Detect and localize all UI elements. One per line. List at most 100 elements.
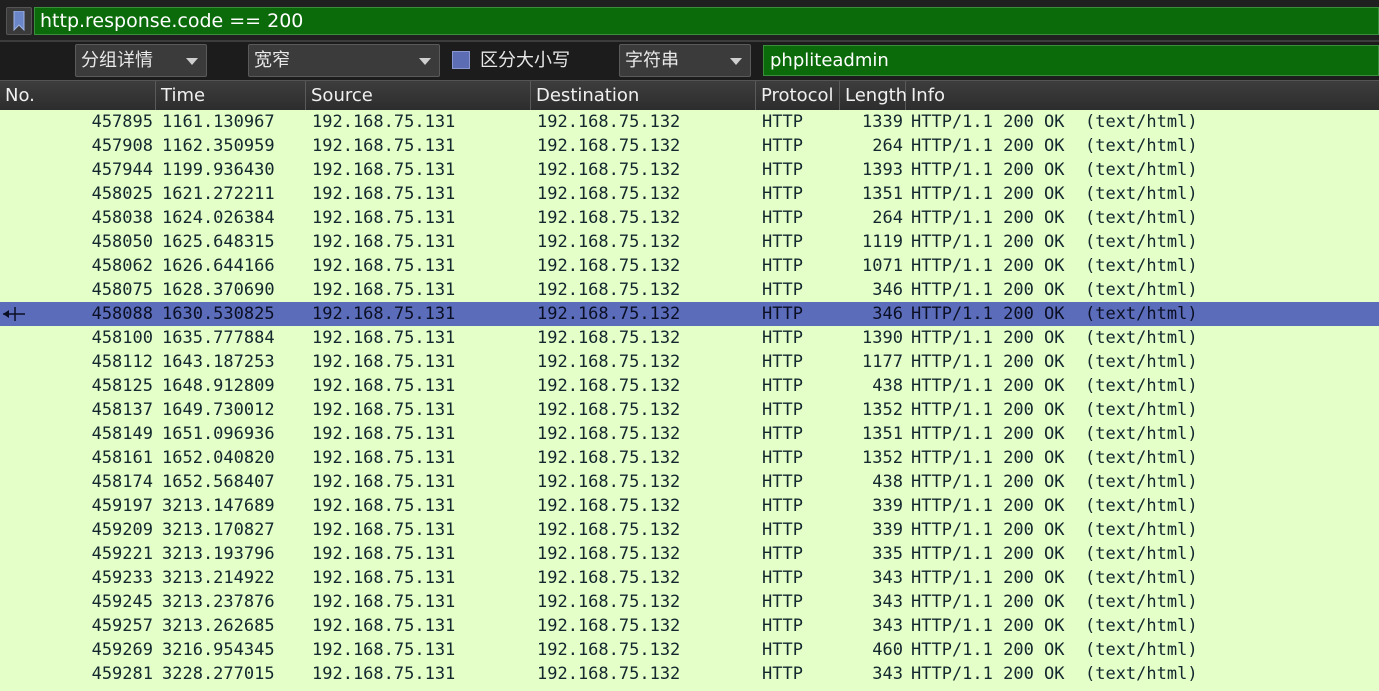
packet-info: HTTP/1.1 200 OK (text/html) bbox=[911, 640, 1198, 660]
packet-row-selected[interactable]: 458088 1630.530825 192.168.75.131 192.168.7… bbox=[0, 302, 1379, 326]
packet-number: 459257 bbox=[91, 616, 153, 636]
packet-protocol: HTTP bbox=[762, 616, 803, 636]
packet-info: HTTP/1.1 200 OK (text/html) bbox=[911, 424, 1198, 444]
search-type-dropdown[interactable]: 字符串 bbox=[619, 44, 751, 77]
packet-time: 3213.237876 bbox=[162, 592, 275, 612]
packet-number: 458075 bbox=[91, 280, 153, 300]
packet-destination: 192.168.75.132 bbox=[537, 352, 681, 372]
packet-row[interactable]: 459233 3213.214922 192.168.75.131 192.168.7… bbox=[0, 566, 1379, 590]
packet-source: 192.168.75.131 bbox=[312, 256, 456, 276]
packet-source: 192.168.75.131 bbox=[312, 496, 456, 516]
packet-number: 457944 bbox=[91, 160, 153, 180]
packet-row[interactable]: 458025 1621.272211 192.168.75.131 192.168.7… bbox=[0, 182, 1379, 206]
packet-length: 1339 bbox=[862, 112, 903, 132]
packet-protocol: HTTP bbox=[762, 664, 803, 684]
packet-time: 1624.026384 bbox=[162, 208, 275, 228]
packet-source: 192.168.75.131 bbox=[312, 328, 456, 348]
packet-info: HTTP/1.1 200 OK (text/html) bbox=[911, 376, 1198, 396]
packet-number: 458112 bbox=[91, 352, 153, 372]
packet-row[interactable]: 459209 3213.170827 192.168.75.131 192.168.7… bbox=[0, 518, 1379, 542]
packet-row[interactable]: 457908 1162.350959 192.168.75.131 192.168.7… bbox=[0, 134, 1379, 158]
packet-protocol: HTTP bbox=[762, 376, 803, 396]
packet-source: 192.168.75.131 bbox=[312, 424, 456, 444]
packet-number: 457908 bbox=[91, 136, 153, 156]
chevron-down-icon bbox=[730, 58, 742, 65]
packet-row[interactable]: 458125 1648.912809 192.168.75.131 192.168.7… bbox=[0, 374, 1379, 398]
char-width-dropdown[interactable]: 宽窄 bbox=[248, 44, 440, 77]
packet-row[interactable]: 459197 3213.147689 192.168.75.131 192.168.7… bbox=[0, 494, 1379, 518]
packet-row[interactable]: 459257 3213.262685 192.168.75.131 192.168.7… bbox=[0, 614, 1379, 638]
column-header-no[interactable]: No. bbox=[0, 81, 156, 110]
packet-destination: 192.168.75.132 bbox=[537, 568, 681, 588]
search-input[interactable]: phpliteadmin bbox=[763, 45, 1379, 76]
packet-info: HTTP/1.1 200 OK (text/html) bbox=[911, 112, 1198, 132]
packet-info: HTTP/1.1 200 OK (text/html) bbox=[911, 280, 1198, 300]
packet-length: 346 bbox=[872, 304, 903, 324]
packet-row[interactable]: 458062 1626.644166 192.168.75.131 192.168.7… bbox=[0, 254, 1379, 278]
packet-time: 1630.530825 bbox=[162, 304, 275, 324]
case-sensitive-label[interactable]: 区分大小写 bbox=[480, 44, 570, 77]
packet-time: 1162.350959 bbox=[162, 136, 275, 156]
case-sensitive-checkbox[interactable] bbox=[452, 51, 470, 69]
packet-protocol: HTTP bbox=[762, 256, 803, 276]
packet-protocol: HTTP bbox=[762, 208, 803, 228]
packet-row[interactable]: 458050 1625.648315 192.168.75.131 192.168.7… bbox=[0, 230, 1379, 254]
packet-row[interactable]: 458112 1643.187253 192.168.75.131 192.168.7… bbox=[0, 350, 1379, 374]
packet-source: 192.168.75.131 bbox=[312, 184, 456, 204]
packet-row[interactable]: 458174 1652.568407 192.168.75.131 192.168.7… bbox=[0, 470, 1379, 494]
packet-time: 1626.644166 bbox=[162, 256, 275, 276]
packet-row[interactable]: 459245 3213.237876 192.168.75.131 192.168.7… bbox=[0, 590, 1379, 614]
packet-source: 192.168.75.131 bbox=[312, 400, 456, 420]
packet-source: 192.168.75.131 bbox=[312, 544, 456, 564]
packet-row[interactable]: 458038 1624.026384 192.168.75.131 192.168.7… bbox=[0, 206, 1379, 230]
packet-row[interactable]: 458149 1651.096936 192.168.75.131 192.168.7… bbox=[0, 422, 1379, 446]
packet-time: 1625.648315 bbox=[162, 232, 275, 252]
packet-info: HTTP/1.1 200 OK (text/html) bbox=[911, 472, 1198, 492]
search-in-value: 分组详情 bbox=[81, 50, 153, 71]
packet-number: 458100 bbox=[91, 328, 153, 348]
packet-time: 3213.214922 bbox=[162, 568, 275, 588]
packet-info: HTTP/1.1 200 OK (text/html) bbox=[911, 304, 1198, 324]
packet-number: 459233 bbox=[91, 568, 153, 588]
packet-number: 458149 bbox=[91, 424, 153, 444]
packet-row[interactable]: 459269 3216.954345 192.168.75.131 192.168.7… bbox=[0, 638, 1379, 662]
packet-length: 438 bbox=[872, 376, 903, 396]
packet-row[interactable]: 458137 1649.730012 192.168.75.131 192.168.7… bbox=[0, 398, 1379, 422]
search-in-dropdown[interactable]: 分组详情 bbox=[75, 44, 207, 77]
packet-number: 459281 bbox=[91, 664, 153, 684]
packet-info: HTTP/1.1 200 OK (text/html) bbox=[911, 448, 1198, 468]
packet-info: HTTP/1.1 200 OK (text/html) bbox=[911, 256, 1198, 276]
packet-protocol: HTTP bbox=[762, 424, 803, 444]
packet-length: 264 bbox=[872, 208, 903, 228]
packet-destination: 192.168.75.132 bbox=[537, 424, 681, 444]
packet-length: 339 bbox=[872, 496, 903, 516]
bookmark-icon[interactable] bbox=[6, 7, 32, 35]
column-header-protocol[interactable]: Protocol bbox=[756, 81, 840, 110]
packet-length: 1352 bbox=[862, 400, 903, 420]
packet-destination: 192.168.75.132 bbox=[537, 640, 681, 660]
packet-row[interactable]: 459221 3213.193796 192.168.75.131 192.168.7… bbox=[0, 542, 1379, 566]
packet-info: HTTP/1.1 200 OK (text/html) bbox=[911, 208, 1198, 228]
packet-length: 343 bbox=[872, 592, 903, 612]
packet-length: 339 bbox=[872, 520, 903, 540]
column-header-source[interactable]: Source bbox=[306, 81, 531, 110]
column-header-destination[interactable]: Destination bbox=[531, 81, 756, 110]
column-header-time[interactable]: Time bbox=[156, 81, 306, 110]
packet-row[interactable]: 459281 3228.277015 192.168.75.131 192.168.7… bbox=[0, 662, 1379, 686]
column-header-length[interactable]: Length bbox=[840, 81, 907, 110]
packet-destination: 192.168.75.132 bbox=[537, 472, 681, 492]
packet-source: 192.168.75.131 bbox=[312, 160, 456, 180]
packet-row[interactable]: 458075 1628.370690 192.168.75.131 192.168.7… bbox=[0, 278, 1379, 302]
packet-row[interactable]: 457944 1199.936430 192.168.75.131 192.168.7… bbox=[0, 158, 1379, 182]
packet-length: 346 bbox=[872, 280, 903, 300]
packet-row[interactable]: 457895 1161.130967 192.168.75.131 192.168.7… bbox=[0, 110, 1379, 134]
packet-length: 335 bbox=[872, 544, 903, 564]
display-filter-input[interactable]: http.response.code == 200 bbox=[34, 7, 1379, 35]
packet-row[interactable]: 458161 1652.040820 192.168.75.131 192.168.7… bbox=[0, 446, 1379, 470]
packet-row[interactable]: 458100 1635.777884 192.168.75.131 192.168.7… bbox=[0, 326, 1379, 350]
packet-source: 192.168.75.131 bbox=[312, 352, 456, 372]
packet-number: 459197 bbox=[91, 496, 153, 516]
column-header-info[interactable]: Info bbox=[906, 81, 1379, 110]
packet-length: 343 bbox=[872, 664, 903, 684]
packet-list[interactable]: 457895 1161.130967 192.168.75.131 192.168.7… bbox=[0, 110, 1379, 691]
